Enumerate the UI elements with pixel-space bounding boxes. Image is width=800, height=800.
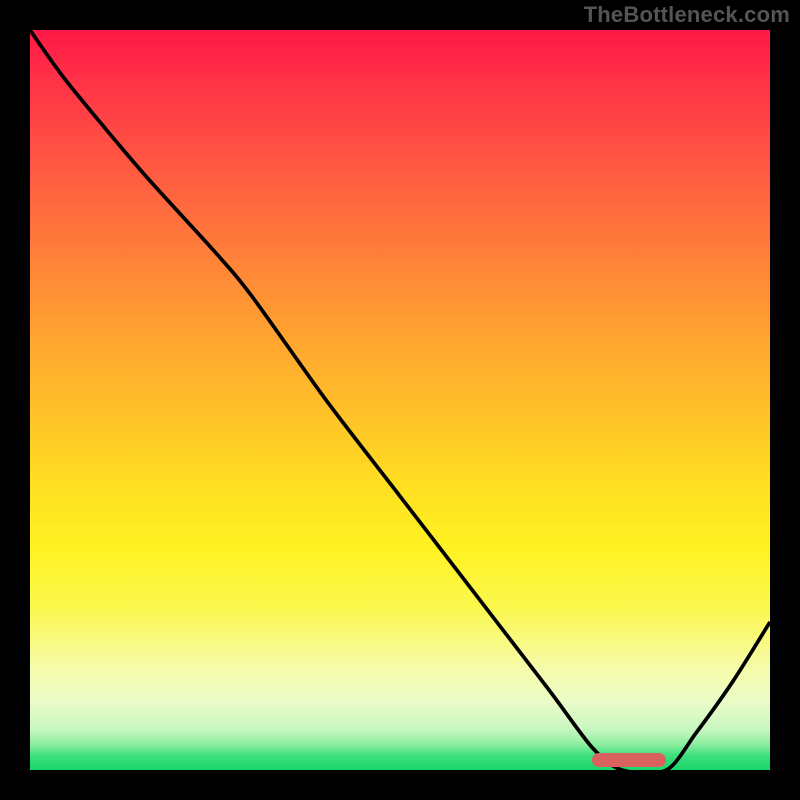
- curve-layer: [30, 30, 770, 770]
- plot-area: [30, 30, 770, 770]
- optimal-range-marker: [592, 753, 666, 767]
- watermark-text: TheBottleneck.com: [584, 2, 790, 28]
- chart-stage: TheBottleneck.com: [0, 0, 800, 800]
- bottleneck-curve: [30, 30, 770, 770]
